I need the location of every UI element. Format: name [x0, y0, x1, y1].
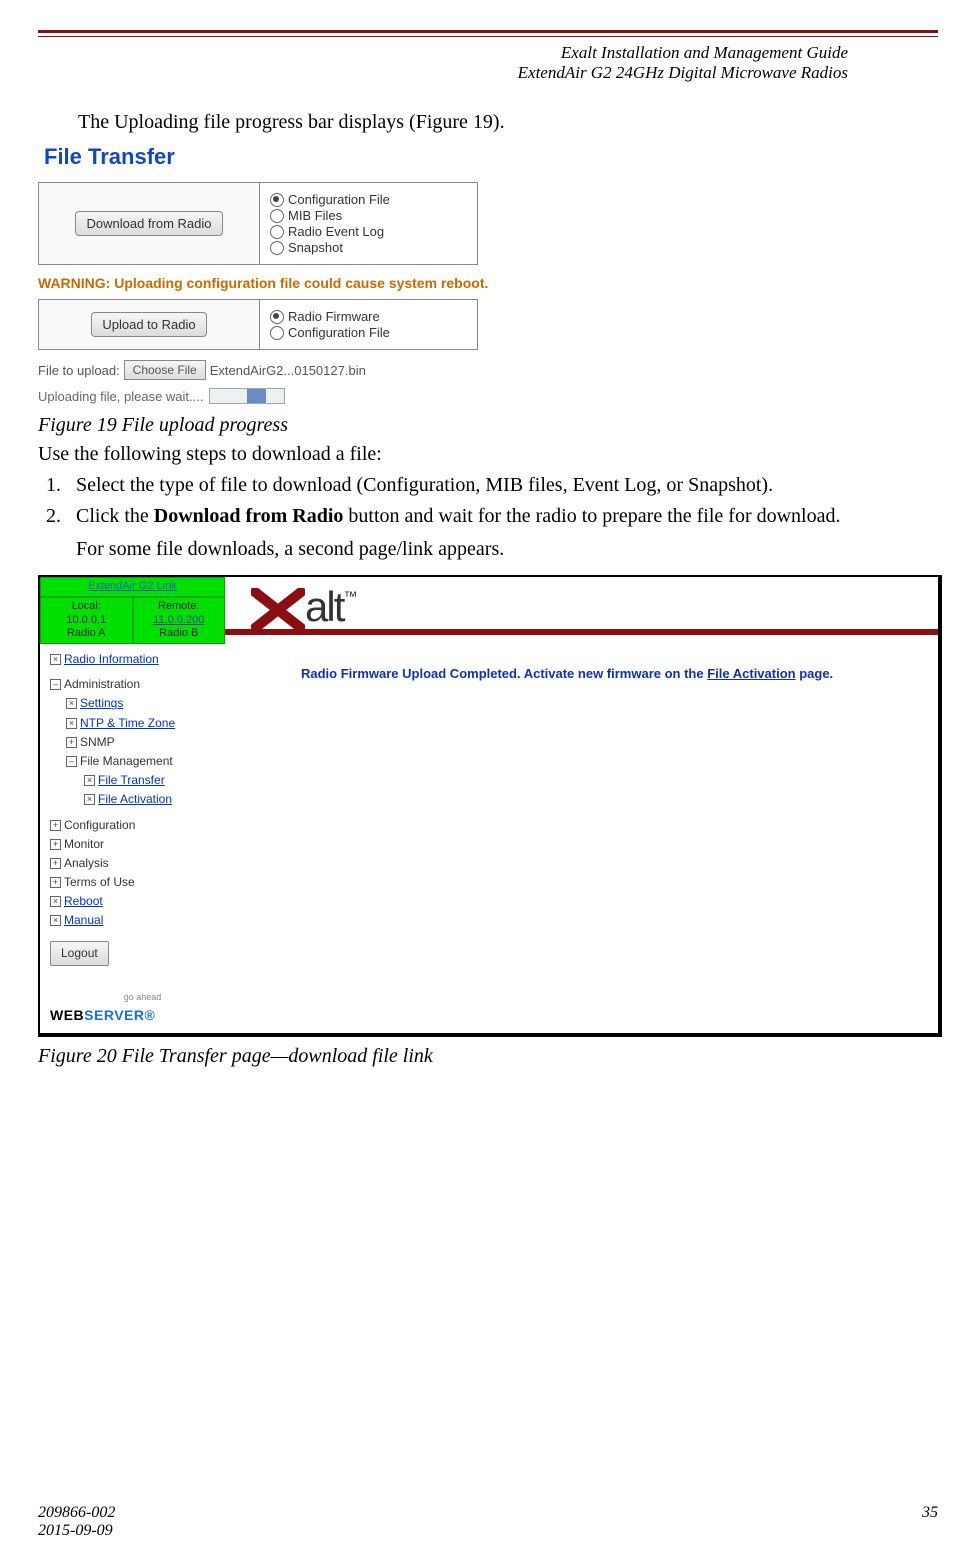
logout-button[interactable]: Logout: [50, 941, 109, 966]
plus-icon: +: [66, 737, 77, 748]
upload-complete-message: Radio Firmware Upload Completed. Activat…: [241, 644, 938, 1033]
upload-warning: WARNING: Uploading configuration file co…: [38, 275, 518, 291]
step-2-sub: For some file downloads, a second page/l…: [76, 538, 938, 561]
nav-configuration[interactable]: +Configuration: [50, 816, 235, 835]
radio-option-config-file-upload[interactable]: Configuration File: [270, 325, 467, 340]
uploading-status-row: Uploading file, please wait....: [38, 388, 518, 404]
step-2: Click the Download from Radio button and…: [66, 505, 938, 561]
radio-icon: [270, 326, 284, 340]
box-icon: ×: [50, 915, 61, 926]
nav-analysis[interactable]: +Analysis: [50, 854, 235, 873]
radio-icon: [270, 193, 284, 207]
radio-icon: [270, 310, 284, 324]
download-from-radio-button[interactable]: Download from Radio: [75, 211, 222, 236]
file-activation-link[interactable]: File Activation: [707, 666, 795, 681]
nav-snmp[interactable]: +SNMP: [50, 733, 235, 752]
download-options-cell: Configuration File MIB Files Radio Event…: [260, 183, 478, 265]
upload-to-radio-button[interactable]: Upload to Radio: [91, 312, 206, 337]
box-icon: ×: [84, 794, 95, 805]
box-icon: ×: [50, 654, 61, 665]
file-to-upload-row: File to upload: Choose File ExtendAirG2.…: [38, 360, 518, 380]
nav-reboot[interactable]: ×Reboot: [50, 892, 235, 911]
link-status-panel: ExtendAir G2 Link Local: 10.0.0.1 Radio …: [40, 577, 225, 644]
exalt-logo: alt™: [251, 583, 355, 630]
radio-option-config-file[interactable]: Configuration File: [270, 192, 467, 207]
steps-list: Select the type of file to download (Con…: [38, 474, 938, 561]
nav-monitor[interactable]: +Monitor: [50, 835, 235, 854]
chosen-filename: ExtendAirG2...0150127.bin: [210, 363, 366, 378]
upload-table: Upload to Radio Radio Firmware Configura…: [38, 299, 478, 350]
step-1: Select the type of file to download (Con…: [66, 474, 938, 497]
nav-manual[interactable]: ×Manual: [50, 911, 235, 930]
radio-option-mib-files[interactable]: MIB Files: [270, 208, 467, 223]
doc-header: Exalt Installation and Management Guide …: [38, 43, 938, 83]
header-rule: [38, 30, 938, 37]
nav-sidebar: ×Radio Information –Administration ×Sett…: [40, 644, 241, 1033]
box-icon: ×: [66, 698, 77, 709]
webserver-badge: go ahead WEBSERVER®: [50, 990, 235, 1027]
header-line-2: ExtendAir G2 24GHz Digital Microwave Rad…: [128, 63, 848, 83]
radio-icon: [270, 209, 284, 223]
doc-date: 2015-09-09: [38, 1522, 115, 1540]
radio-icon: [270, 241, 284, 255]
nav-ntp[interactable]: ×NTP & Time Zone: [50, 714, 235, 733]
box-icon: ×: [66, 718, 77, 729]
logo-area: alt™: [225, 577, 938, 644]
instructions-intro: Use the following steps to download a fi…: [38, 443, 938, 466]
file-to-upload-label: File to upload:: [38, 363, 120, 378]
choose-file-button[interactable]: Choose File: [124, 360, 206, 380]
nav-administration[interactable]: –Administration: [50, 675, 235, 694]
figure-20-caption: Figure 20 File Transfer page—download fi…: [38, 1045, 938, 1068]
figure-19: File Transfer Download from Radio Config…: [38, 144, 518, 404]
upload-options-cell: Radio Firmware Configuration File: [260, 300, 478, 350]
nav-terms[interactable]: +Terms of Use: [50, 873, 235, 892]
radio-icon: [270, 225, 284, 239]
box-icon: ×: [50, 896, 61, 907]
minus-icon: –: [66, 756, 77, 767]
minus-icon: –: [50, 679, 61, 690]
nav-file-activation[interactable]: ×File Activation: [50, 790, 235, 809]
radio-option-snapshot[interactable]: Snapshot: [270, 240, 467, 255]
download-table: Download from Radio Configuration File M…: [38, 182, 478, 265]
box-icon: ×: [84, 775, 95, 786]
file-transfer-heading: File Transfer: [44, 144, 518, 170]
plus-icon: +: [50, 858, 61, 869]
nav-settings[interactable]: ×Settings: [50, 694, 235, 713]
nav-radio-info[interactable]: ×Radio Information: [50, 650, 235, 669]
exalt-x-icon: [251, 588, 305, 632]
figure-19-caption: Figure 19 File upload progress: [38, 414, 938, 437]
plus-icon: +: [50, 839, 61, 850]
header-line-1: Exalt Installation and Management Guide: [128, 43, 848, 63]
radio-option-radio-firmware[interactable]: Radio Firmware: [270, 309, 467, 324]
radio-option-event-log[interactable]: Radio Event Log: [270, 224, 467, 239]
plus-icon: +: [50, 820, 61, 831]
remote-radio-box[interactable]: Remote: 11.0.0.200 Radio B: [133, 597, 226, 644]
intro-paragraph: The Uploading file progress bar displays…: [78, 111, 938, 134]
nav-file-transfer[interactable]: ×File Transfer: [50, 771, 235, 790]
link-header[interactable]: ExtendAir G2 Link: [40, 577, 225, 597]
uploading-text: Uploading file, please wait....: [38, 389, 203, 404]
plus-icon: +: [50, 877, 61, 888]
doc-number: 209866-002: [38, 1504, 115, 1522]
nav-file-mgmt[interactable]: –File Management: [50, 752, 235, 771]
page-footer: 209866-002 2015-09-09 35: [38, 1504, 938, 1540]
progress-bar: [209, 388, 285, 404]
figure-20: ExtendAir G2 Link Local: 10.0.0.1 Radio …: [38, 575, 942, 1037]
page-number: 35: [922, 1504, 938, 1540]
local-radio-box[interactable]: Local: 10.0.0.1 Radio A: [40, 597, 133, 644]
